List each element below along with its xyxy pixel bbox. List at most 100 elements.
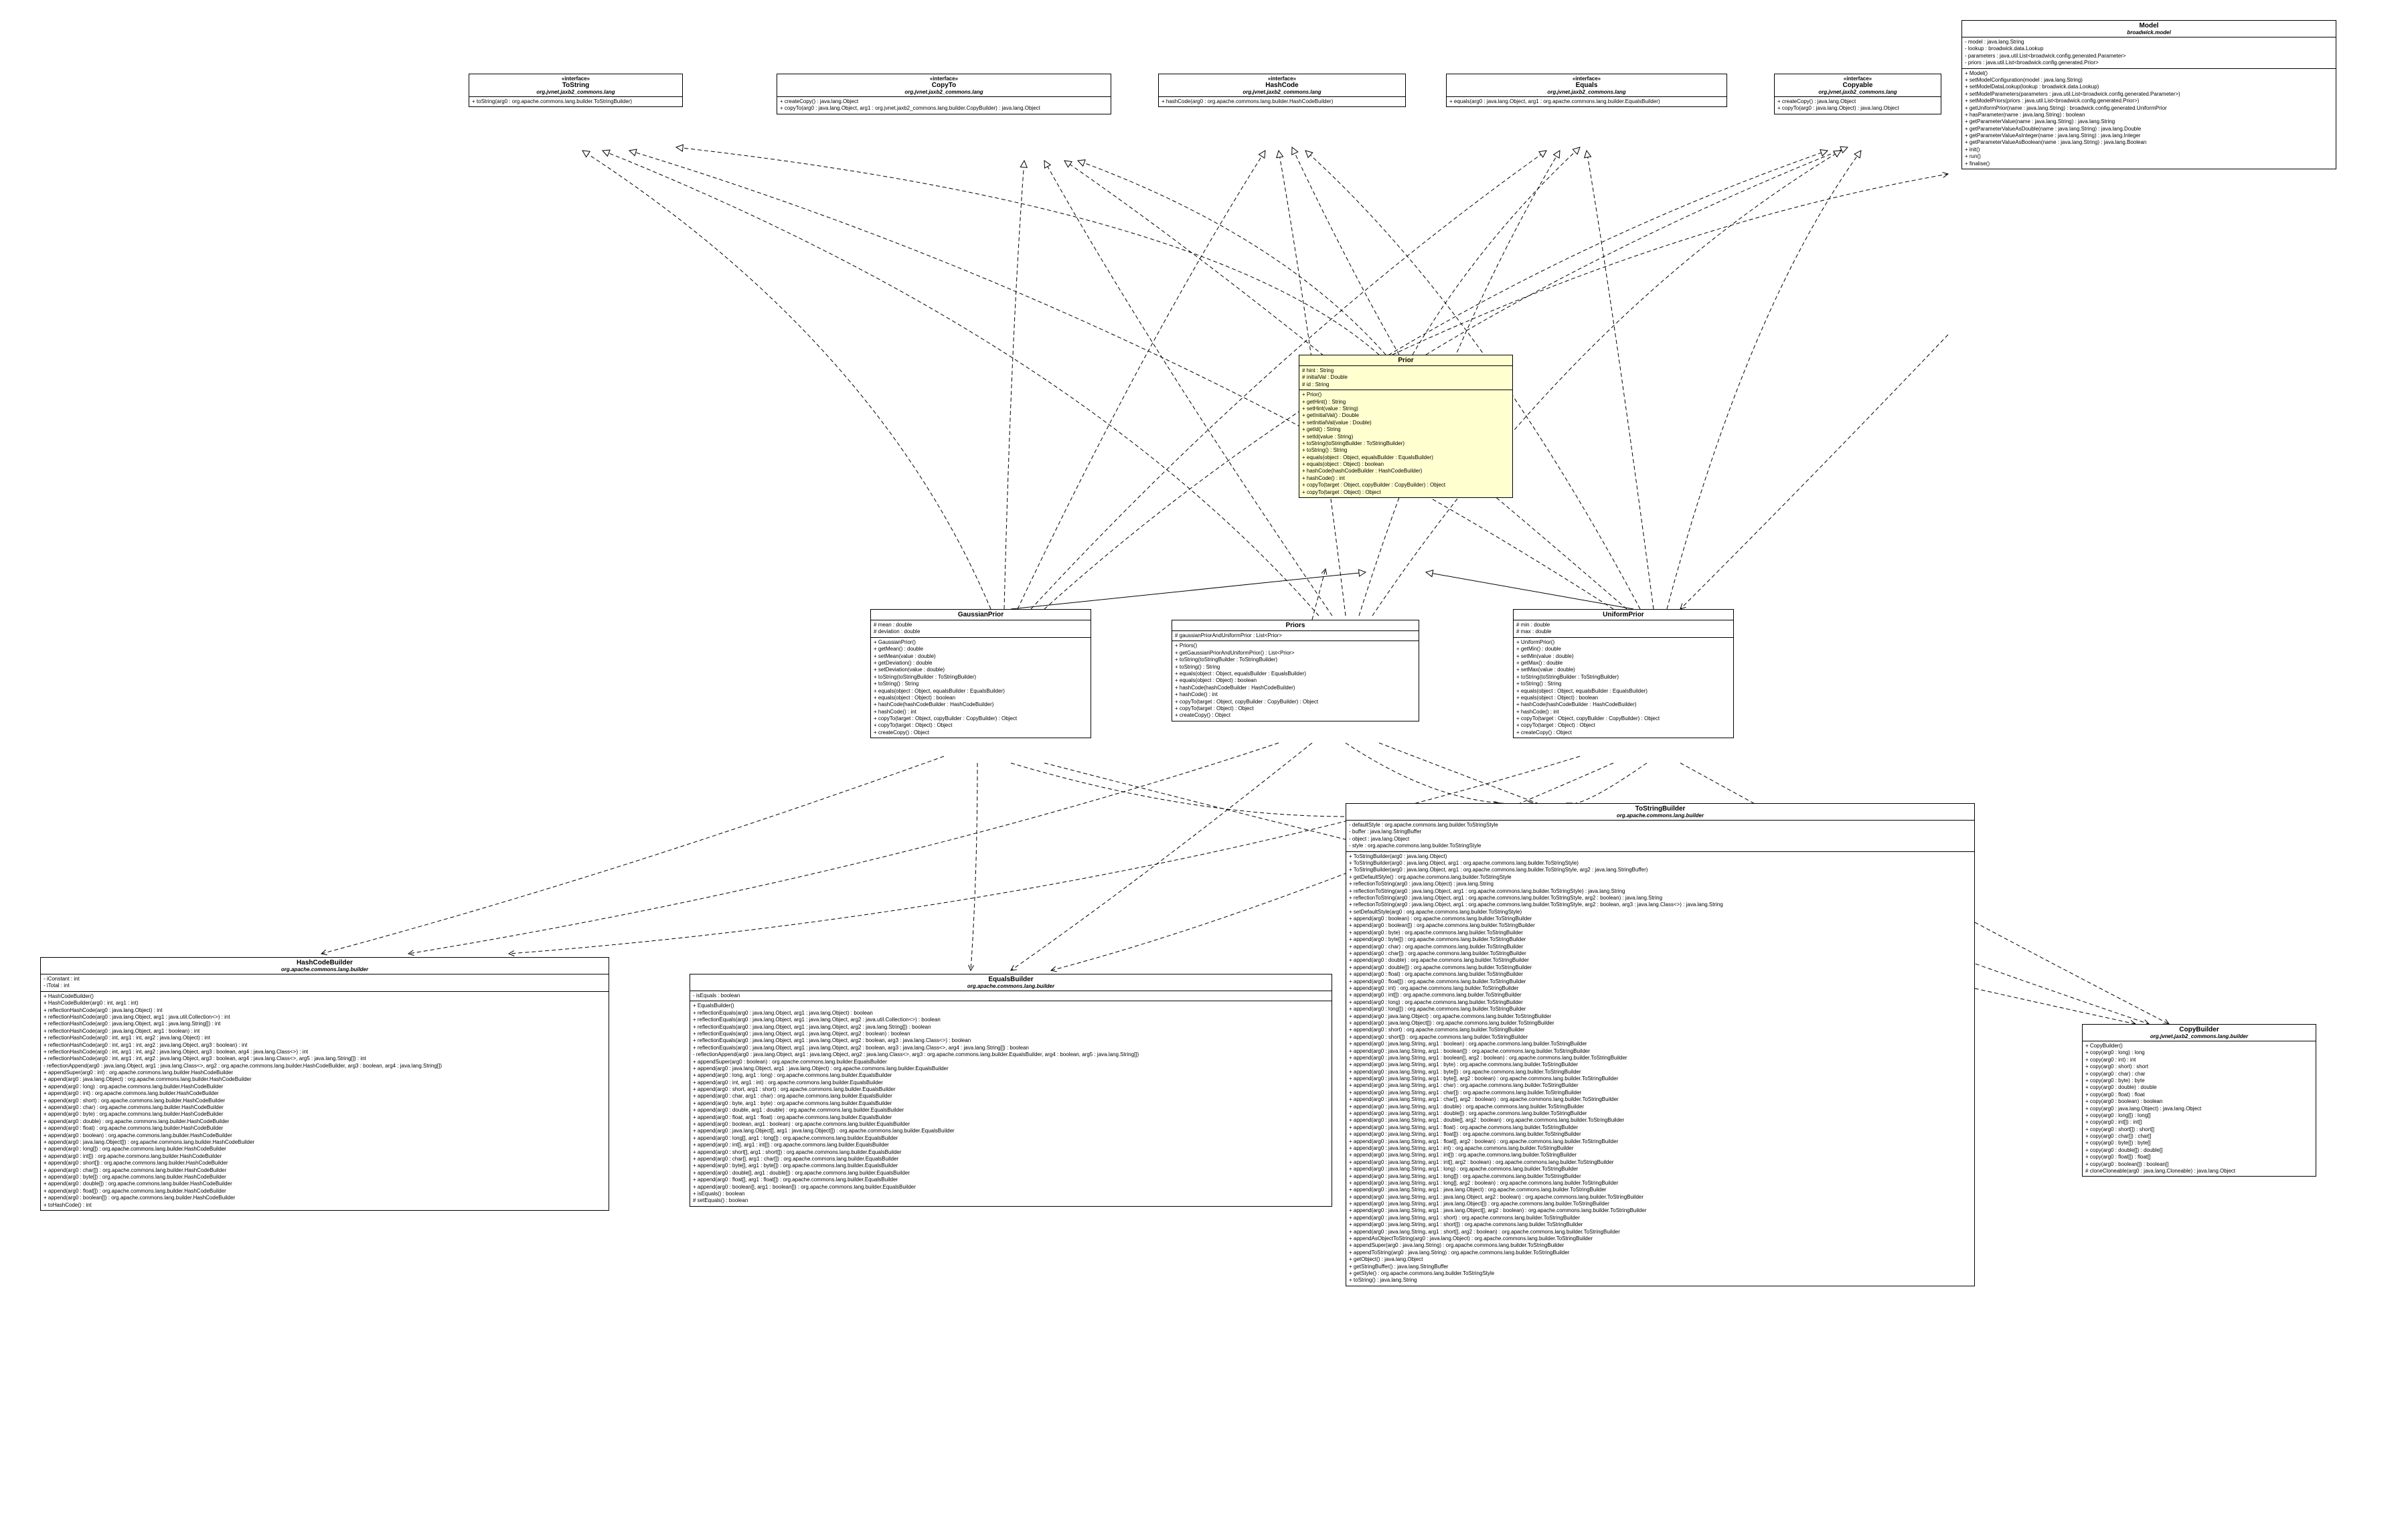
member-row: + createCopy() : Object xyxy=(1516,730,1731,736)
member-row: + append(arg0 : boolean[]) : org.apache.… xyxy=(1349,922,1972,929)
member-row: - isEquals : boolean xyxy=(693,993,1329,999)
class-Priors: Priors # gaussianPriorAndUniformPrior : … xyxy=(1172,620,1419,721)
member-row: - priors : java.util.List<broadwick.conf… xyxy=(1965,60,2333,66)
member-row: + append(arg0 : java.lang.String, arg1 :… xyxy=(1349,1229,1972,1235)
member-row: + append(arg0 : java.lang.String, arg1 :… xyxy=(1349,1159,1972,1166)
member-row: - object : java.lang.Object xyxy=(1349,836,1972,843)
member-row: + toString() : java.lang.String xyxy=(1349,1277,1972,1284)
member-row: + ToStringBuilder(arg0 : java.lang.Objec… xyxy=(1349,867,1972,873)
member-row: + hashCode() : int xyxy=(1175,691,1416,698)
member-row: + reflectionToString(arg0 : java.lang.Ob… xyxy=(1349,881,1972,887)
member-row: + copyTo(target : Object) : Object xyxy=(1516,722,1731,729)
member-row: + append(arg0 : java.lang.String, arg1 :… xyxy=(1349,1096,1972,1103)
member-row: + append(arg0 : short, arg1 : short) : o… xyxy=(693,1086,1329,1093)
member-row: + copy(arg0 : double) : double xyxy=(2085,1084,2313,1091)
member-row: # min : double xyxy=(1516,622,1731,628)
member-row: + setMax(value : double) xyxy=(1516,667,1731,673)
member-row: + hashCode(hashCodeBuilder : HashCodeBui… xyxy=(874,701,1088,708)
member-row: + reflectionEquals(arg0 : java.lang.Obje… xyxy=(693,1017,1329,1023)
member-row: + copy(arg0 : short) : short xyxy=(2085,1063,2313,1070)
member-row: + append(arg0 : int[], arg1 : int[]) : o… xyxy=(693,1142,1329,1148)
member-row: + append(arg0 : java.lang.String, arg1 :… xyxy=(1349,1041,1972,1047)
member-row: + append(arg0 : java.lang.String, arg1 :… xyxy=(1349,1131,1972,1138)
member-row: + copyTo(target : Object, copyBuilder : … xyxy=(874,715,1088,722)
class-Copyable: «interface»Copyableorg.jvnet.jaxb2_commo… xyxy=(1774,74,1941,114)
class-HashCode: «interface»HashCodeorg.jvnet.jaxb2_commo… xyxy=(1158,74,1406,107)
member-row: + append(arg0 : java.lang.String, arg1 :… xyxy=(1349,1187,1972,1193)
member-row: + append(arg0 : byte[]) : org.apache.com… xyxy=(44,1174,606,1181)
member-row: + createCopy() : java.lang.Object xyxy=(1777,98,1938,105)
member-row: + getParameterValueAsBoolean(name : java… xyxy=(1965,139,2333,146)
member-row: + hashCode(hashCodeBuilder : HashCodeBui… xyxy=(1516,701,1731,708)
member-row: + getParameterValue(name : java.lang.Str… xyxy=(1965,118,2333,125)
member-row: + getId() : String xyxy=(1302,426,1510,433)
member-row: + toString() : String xyxy=(1302,447,1510,454)
member-row: + append(arg0 : int, arg1 : int) : org.a… xyxy=(693,1080,1329,1086)
member-row: + copyTo(arg0 : java.lang.Object, arg1 :… xyxy=(780,105,1108,112)
member-row: + append(arg0 : char[]) : org.apache.com… xyxy=(1349,950,1972,957)
member-row: + append(arg0 : double[], arg1 : double[… xyxy=(693,1170,1329,1177)
member-row: + append(arg0 : int) : org.apache.common… xyxy=(1349,985,1972,992)
member-row: - lookup : broadwick.data.Lookup xyxy=(1965,46,2333,52)
member-row: + hashCode() : int xyxy=(874,709,1088,715)
member-row: + toString(toStringBuilder : ToStringBui… xyxy=(1175,657,1416,663)
member-row: + copy(arg0 : byte[]) : byte[] xyxy=(2085,1140,2313,1146)
member-row: + append(arg0 : java.lang.String, arg1 :… xyxy=(1349,1104,1972,1110)
member-row: + reflectionHashCode(arg0 : int, arg1 : … xyxy=(44,1049,606,1055)
member-row: - reflectionAppend(arg0 : java.lang.Obje… xyxy=(693,1051,1329,1058)
member-row: # id : String xyxy=(1302,381,1510,388)
member-row: - iConstant : int xyxy=(44,976,606,983)
member-row: + append(arg0 : java.lang.String, arg1 :… xyxy=(1349,1117,1972,1124)
member-row: + copy(arg0 : long[]) : long[] xyxy=(2085,1112,2313,1119)
member-row: + setModelParameters(parameters : java.u… xyxy=(1965,91,2333,98)
member-row: + copyTo(target : Object, copyBuilder : … xyxy=(1302,482,1510,489)
member-row: + getStyle() : org.apache.commons.lang.b… xyxy=(1349,1270,1972,1277)
member-row: + append(arg0 : char[], arg1 : char[]) :… xyxy=(693,1156,1329,1163)
member-row: + append(arg0 : java.lang.String, arg1 :… xyxy=(1349,1138,1972,1145)
member-row: + reflectionToString(arg0 : java.lang.Ob… xyxy=(1349,895,1972,902)
member-row: + appendSuper(arg0 : java.lang.String) :… xyxy=(1349,1242,1972,1249)
member-row: + append(arg0 : long[], arg1 : long[]) :… xyxy=(693,1135,1329,1142)
member-row: + reflectionHashCode(arg0 : int, arg1 : … xyxy=(44,1035,606,1041)
member-row: + equals(object : Object, equalsBuilder … xyxy=(874,688,1088,695)
class-ToString: «interface»ToStringorg.jvnet.jaxb2_commo… xyxy=(469,74,683,107)
member-row: + append(arg0 : long) : org.apache.commo… xyxy=(44,1084,606,1090)
member-row: + setId(value : String) xyxy=(1302,434,1510,440)
member-row: + getParameterValueAsDouble(name : java.… xyxy=(1965,126,2333,133)
member-row: - parameters : java.util.List<broadwick.… xyxy=(1965,53,2333,60)
member-row: + getHint() : String xyxy=(1302,399,1510,406)
member-row: + copyTo(target : Object, copyBuilder : … xyxy=(1516,715,1731,722)
member-row: + append(arg0 : double) : org.apache.com… xyxy=(44,1118,606,1125)
class-Prior: Prior # hint : String# initialVal : Doub… xyxy=(1299,355,1513,498)
class-Model: Modelbroadwick.model - model : java.lang… xyxy=(1961,20,2336,169)
member-row: + append(arg0 : short[]) : org.apache.co… xyxy=(44,1160,606,1167)
member-row: + appendSuper(arg0 : boolean) : org.apac… xyxy=(693,1059,1329,1066)
member-row: + getDeviation() : double xyxy=(874,660,1088,667)
member-row: + getObject() : java.lang.Object xyxy=(1349,1256,1972,1263)
member-row: + appendAsObjectToString(arg0 : java.lan… xyxy=(1349,1235,1972,1242)
member-row: + append(arg0 : short[], arg1 : short[])… xyxy=(693,1149,1329,1156)
member-row: + copy(arg0 : float[]) : float[] xyxy=(2085,1154,2313,1161)
member-row: + copy(arg0 : boolean) : boolean xyxy=(2085,1098,2313,1105)
member-row: + reflectionEquals(arg0 : java.lang.Obje… xyxy=(693,1037,1329,1044)
member-row: + equals(object : Object, equalsBuilder … xyxy=(1302,454,1510,461)
member-row: + toString() : String xyxy=(1516,681,1731,687)
member-row: + createCopy() : Object xyxy=(874,730,1088,736)
member-row: + hashCode(hashCodeBuilder : HashCodeBui… xyxy=(1175,685,1416,691)
member-row: + createCopy() : java.lang.Object xyxy=(780,98,1108,105)
member-row: + copyTo(arg0 : java.lang.Object) : java… xyxy=(1777,105,1938,112)
member-row: + Prior() xyxy=(1302,392,1510,398)
member-row: + reflectionHashCode(arg0 : java.lang.Ob… xyxy=(44,1028,606,1035)
member-row: + equals(object : Object) : boolean xyxy=(1175,677,1416,684)
member-row: + ToStringBuilder(arg0 : java.lang.Objec… xyxy=(1349,860,1972,867)
member-row: + finalise() xyxy=(1965,161,2333,167)
member-row: + UniformPrior() xyxy=(1516,639,1731,646)
member-row: + init() xyxy=(1965,147,2333,153)
class-Equals: «interface»Equalsorg.jvnet.jaxb2_commons… xyxy=(1446,74,1727,107)
member-row: + append(arg0 : java.lang.String, arg1 :… xyxy=(1349,1110,1972,1117)
member-row: + append(arg0 : java.lang.Object) : org.… xyxy=(44,1076,606,1083)
member-row: + append(arg0 : boolean, arg1 : boolean)… xyxy=(693,1121,1329,1128)
member-row: # mean : double xyxy=(874,622,1088,628)
class-HashCodeBuilder: HashCodeBuilderorg.apache.commons.lang.b… xyxy=(40,957,609,1211)
member-row: + append(arg0 : byte) : org.apache.commo… xyxy=(1349,930,1972,936)
